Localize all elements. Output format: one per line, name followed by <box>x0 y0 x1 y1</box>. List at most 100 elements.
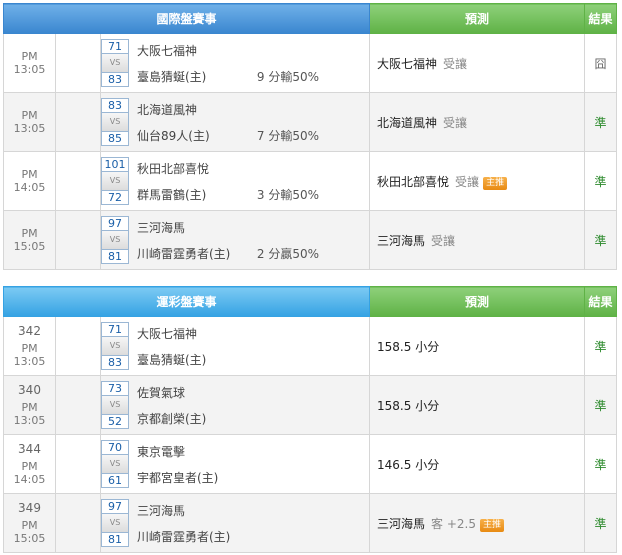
away-team[interactable]: 秋田北部喜悅 <box>137 160 209 177</box>
prediction-pick: 158.5 小分 <box>377 339 440 354</box>
home-score: 72 <box>101 190 129 205</box>
result-cell: 準 <box>584 316 618 376</box>
home-team[interactable]: 宇都宮皇者(主) <box>137 469 218 486</box>
score-box: 83 VS 85 <box>101 98 129 146</box>
match-cell: 71 VS 83 大阪七福神臺島猜蜒(主) 9 分輸50% <box>99 33 371 93</box>
table-row: 340 PM 13:05 73 VS 52 佐賀氣球 京都創榮(主) 158.5 小分 準 <box>3 375 618 435</box>
prediction-pick: 大阪七福神 <box>377 56 438 71</box>
main-pick-badge: 主推 <box>480 518 505 532</box>
table-row: 342 PM 13:05 71 VS 83 大阪七福神臺島猜蜒(主) 158.5 小分 準 <box>3 316 618 376</box>
prediction-cell: 158.5 小分 <box>369 375 586 435</box>
prediction-pick: 三河海馬 <box>377 516 426 531</box>
table-row: PM 13:05 83 VS 85 北海道風神仙台89人(主) 7 分輸50% 北海道風神受… <box>3 92 618 152</box>
result-cell: 準 <box>584 434 618 494</box>
spacer-cell <box>55 316 101 376</box>
prediction-cell: 大阪七福神 受讓 <box>369 33 586 93</box>
away-score: 101 <box>101 157 129 172</box>
away-team[interactable]: 大阪七福神 <box>137 42 197 59</box>
spacer-cell <box>55 210 101 270</box>
away-team[interactable]: 三河海馬 <box>137 219 185 236</box>
vs-label: VS <box>101 231 129 249</box>
away-score: 97 <box>101 499 129 514</box>
table-header: 國際盤賽事 預測 結果 <box>2 3 618 34</box>
header-prediction: 預測 <box>369 3 586 34</box>
game-number: 342 <box>18 324 41 338</box>
home-score: 61 <box>101 473 129 488</box>
away-score: 73 <box>101 381 129 396</box>
game-time-cell: PM 14:05 <box>3 151 56 211</box>
table-row: PM 15:05 97 VS 81 三河海馬 川崎雷霆勇者(主) 2 分贏50% 三河海馬 受讓… <box>3 210 618 270</box>
away-team[interactable]: 佐賀氣球 <box>137 384 185 401</box>
score-box: 71 VS 83 <box>101 39 129 87</box>
home-team[interactable]: 川崎雷霆勇者(主) <box>137 528 230 545</box>
prediction-cell: 秋田北部喜悅 受讓 主推 <box>369 151 586 211</box>
header-events: 運彩盤賽事 <box>2 286 371 317</box>
score-box: 97 VS 81 <box>101 499 129 547</box>
spacer-cell <box>55 434 101 494</box>
home-team[interactable]: 臺島猜蜒(主) <box>137 68 206 85</box>
table-header: 運彩盤賽事 預測 結果 <box>2 286 618 317</box>
game-time: PM 14:05 <box>13 460 46 486</box>
game-time-cell: PM 13:05 <box>3 92 56 152</box>
spread-result: 3 分輸50% <box>256 188 320 202</box>
away-score: 71 <box>101 39 129 54</box>
away-score: 83 <box>101 98 129 113</box>
table-row: PM 14:05 101 VS 72 秋田北部喜悅 群馬雷鶴(主) 3 分輸50% 秋田北部喜… <box>3 151 618 211</box>
prediction-pick: 秋田北部喜悅 <box>377 174 450 189</box>
game-time: PM 15:05 <box>13 227 46 253</box>
prediction-cell: 北海道風神 受讓 <box>369 92 586 152</box>
home-team[interactable]: 群馬雷鶴(主) <box>137 186 206 203</box>
prediction-cell: 146.5 小分 <box>369 434 586 494</box>
score-box: 73 VS 52 <box>101 381 129 429</box>
match-cell: 97 VS 81 三河海馬 川崎雷霆勇者(主) 2 分贏50% <box>99 210 371 270</box>
score-box: 97 VS 81 <box>101 216 129 264</box>
away-score: 71 <box>101 322 129 337</box>
home-score: 85 <box>101 131 129 146</box>
home-team[interactable]: 仙台89人(主) <box>137 127 210 144</box>
header-result: 結果 <box>584 3 618 34</box>
home-team[interactable]: 川崎雷霆勇者(主) <box>137 245 230 262</box>
vs-label: VS <box>101 113 129 131</box>
vs-label: VS <box>101 396 129 414</box>
spread-result: 7 分輸50% <box>256 129 320 143</box>
game-number: 349 <box>18 501 41 515</box>
match-cell: 83 VS 85 北海道風神仙台89人(主) 7 分輸50% <box>99 92 371 152</box>
match-cell: 97 VS 81 三河海馬川崎雷霆勇者(主) <box>99 493 371 553</box>
prediction-pick: 三河海馬 <box>377 233 426 248</box>
home-score: 83 <box>101 72 129 87</box>
vs-label: VS <box>101 172 129 190</box>
result-cell: 準 <box>584 493 618 553</box>
game-time-cell: 342 PM 13:05 <box>3 316 56 376</box>
spacer-cell <box>55 493 101 553</box>
away-team[interactable]: 北海道風神 <box>137 101 197 118</box>
away-score: 97 <box>101 216 129 231</box>
prediction-pick: 158.5 小分 <box>377 398 440 413</box>
away-team[interactable]: 三河海馬 <box>137 502 185 519</box>
game-time-cell: PM 15:05 <box>3 210 56 270</box>
prediction-note: 受讓 <box>455 174 480 189</box>
prediction-note: 客 +2.5 <box>431 516 477 531</box>
away-score: 70 <box>101 440 129 455</box>
international-odds-table: 國際盤賽事 預測 結果 PM 13:05 71 VS 83 大阪七福神 臺島猜蜒(主) 9 … <box>2 3 618 270</box>
score-box: 70 VS 61 <box>101 440 129 488</box>
game-time: PM 15:05 <box>13 519 46 545</box>
spacer-cell <box>55 92 101 152</box>
game-time: PM 14:05 <box>13 168 46 194</box>
vs-label: VS <box>101 455 129 473</box>
home-score: 83 <box>101 355 129 370</box>
game-time: PM 13:05 <box>13 109 46 135</box>
result-cell: 準 <box>584 92 618 152</box>
away-team[interactable]: 大阪七福神 <box>137 325 197 342</box>
match-cell: 101 VS 72 秋田北部喜悅 群馬雷鶴(主) 3 分輸50% <box>99 151 371 211</box>
away-team[interactable]: 東京電擊 <box>137 443 185 460</box>
spread-result: 9 分輸50% <box>256 70 320 84</box>
header-events: 國際盤賽事 <box>2 3 371 34</box>
vs-label: VS <box>101 514 129 532</box>
match-cell: 71 VS 83 大阪七福神臺島猜蜒(主) <box>99 316 371 376</box>
prediction-note: 受讓 <box>443 56 468 71</box>
home-team[interactable]: 臺島猜蜒(主) <box>137 351 206 368</box>
home-score: 81 <box>101 532 129 547</box>
main-pick-badge: 主推 <box>483 176 508 190</box>
home-team[interactable]: 京都創榮(主) <box>137 410 206 427</box>
vs-label: VS <box>101 337 129 355</box>
